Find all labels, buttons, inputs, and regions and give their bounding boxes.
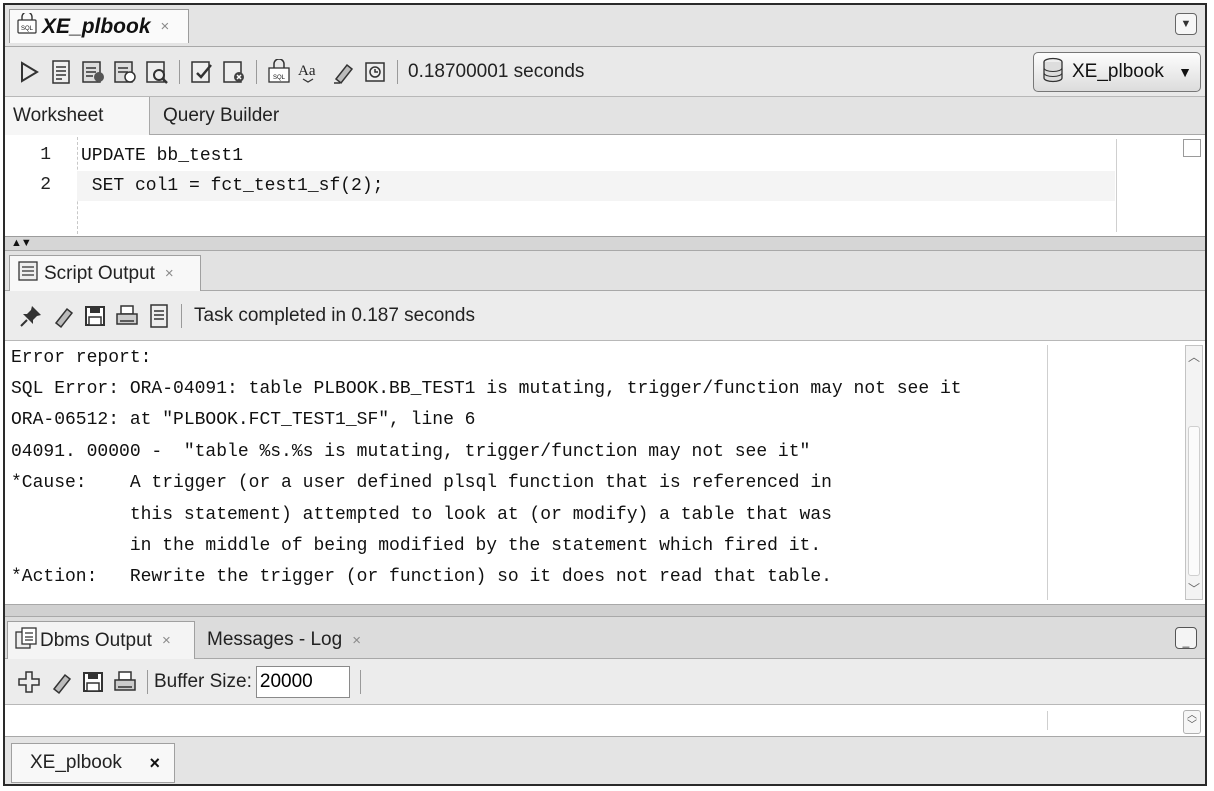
to-upper-lower-case-icon[interactable]: Aa <box>295 55 327 89</box>
code-line[interactable]: SET col1 = fct_test1_sf(2); <box>77 171 1115 201</box>
script-output-close-icon[interactable]: × <box>165 265 174 282</box>
scroll-down-icon[interactable]: ﹀ <box>1187 580 1201 597</box>
connection-tab-bar: XE_plbook × <box>5 737 1205 784</box>
line-number-gutter: 1 2 <box>5 135 63 236</box>
tab-query-builder[interactable]: Query Builder <box>155 97 287 135</box>
connection-label: XE_plbook <box>1072 61 1164 82</box>
script-output-icon <box>16 259 40 289</box>
task-status: Task completed in 0.187 seconds <box>194 304 475 326</box>
pin-icon[interactable] <box>15 299 47 333</box>
tab-dbms-output-label: Dbms Output <box>40 629 152 651</box>
code-line[interactable]: UPDATE bb_test1 <box>77 141 1115 171</box>
line-number: 1 <box>40 145 51 165</box>
toolbar-separator <box>147 669 148 694</box>
clear-icon[interactable] <box>327 55 359 89</box>
tab-dbms-output[interactable]: Dbms Output × <box>7 621 195 659</box>
tab-messages-log-label: Messages - Log <box>207 629 343 650</box>
save-icon[interactable] <box>79 299 111 333</box>
script-output-toolbar: Task completed in 0.187 seconds <box>5 291 1205 341</box>
messages-log-close-icon[interactable]: × <box>352 632 361 649</box>
output-line: Error report: <box>11 348 152 368</box>
output-line: *Cause: A trigger (or a user defined pls… <box>11 473 832 493</box>
print-icon[interactable] <box>111 299 143 333</box>
document-list-chevron-icon[interactable]: ▼ <box>1175 13 1197 35</box>
document-tab-bar: SQL XE_plbook × ▼ <box>5 5 1205 47</box>
explain-plan-icon[interactable] <box>109 55 141 89</box>
output-line: SQL Error: ORA-04091: table PLBOOK.BB_TE… <box>11 379 962 399</box>
dbms-scroll-icon[interactable]: ︿ ﹀ <box>1183 710 1201 734</box>
scrollbar-thumb[interactable] <box>1188 426 1200 576</box>
output-line: ORA-06512: at "PLBOOK.FCT_TEST1_SF", lin… <box>11 410 476 430</box>
sql-history-icon[interactable] <box>359 55 391 89</box>
line-number: 2 <box>40 175 51 195</box>
connection-tab-close-icon[interactable]: × <box>149 753 160 774</box>
output-line: 04091. 00000 - "table %s.%s is mutating,… <box>11 442 811 462</box>
save-icon[interactable] <box>77 665 109 699</box>
editor-output-splitter[interactable]: ▲▼ <box>5 237 1205 251</box>
toolbar-separator <box>181 303 182 328</box>
toolbar-separator <box>397 59 398 84</box>
svg-text:SQL: SQL <box>21 26 34 32</box>
document-tab[interactable]: SQL XE_plbook × <box>9 9 189 43</box>
connection-tab[interactable]: XE_plbook × <box>11 743 175 783</box>
tab-script-output-label: Script Output <box>44 262 155 284</box>
splitter-arrows-icon[interactable]: ▲▼ <box>11 237 32 249</box>
dbms-output-area[interactable]: ︿ ﹀ <box>5 705 1205 737</box>
execution-time: 0.18700001 seconds <box>408 60 585 82</box>
tab-messages-log[interactable]: Messages - Log × <box>201 621 367 659</box>
clear-icon[interactable] <box>47 299 79 333</box>
output-vertical-scrollbar[interactable]: ︿ ﹀ <box>1185 345 1203 600</box>
scroll-up-icon[interactable]: ︿ <box>1187 348 1201 365</box>
worksheet-toolbar: SQL Aa 0.18700001 seconds XE_plbook ▼ <box>5 47 1205 97</box>
enable-dbms-output-icon[interactable] <box>13 665 45 699</box>
output-line: *Action: Rewrite the trigger (or functio… <box>11 567 832 587</box>
database-icon <box>1042 57 1064 88</box>
unshared-worksheet-icon[interactable]: SQL <box>263 55 295 89</box>
script-output-area[interactable]: Error report: SQL Error: ORA-04091: tabl… <box>5 341 1205 605</box>
clear-icon[interactable] <box>45 665 77 699</box>
sql-editor[interactable]: 1 2 UPDATE bb_test1 SET col1 = fct_test1… <box>5 135 1205 237</box>
toolbar-separator <box>359 669 361 694</box>
sql-developer-window: SQL XE_plbook × ▼ SQL Aa 0.18700001 seco… <box>3 3 1207 786</box>
connection-tab-label: XE_plbook <box>30 752 122 773</box>
right-margin-line <box>1047 345 1048 600</box>
worksheet-tab-bar: Worksheet Query Builder <box>5 97 1205 135</box>
sql-tuning-advisor-icon[interactable] <box>141 55 173 89</box>
dbms-output-toolbar: Buffer Size: <box>5 659 1205 705</box>
dbms-output-close-icon[interactable]: × <box>162 632 171 649</box>
output-log-splitter[interactable] <box>5 605 1205 617</box>
output-line: in the middle of being modified by the s… <box>11 536 822 556</box>
connection-select[interactable]: XE_plbook ▼ <box>1033 52 1201 92</box>
tab-script-output[interactable]: Script Output × <box>9 255 201 291</box>
svg-text:SQL: SQL <box>273 75 286 81</box>
print-icon[interactable] <box>109 665 141 699</box>
rollback-icon[interactable] <box>218 55 250 89</box>
toolbar-separator <box>179 59 180 84</box>
right-margin-line <box>1047 711 1048 730</box>
chevron-down-icon: ▼ <box>1178 64 1192 80</box>
document-tab-close-icon[interactable]: × <box>161 18 170 35</box>
editor-corner-box <box>1183 139 1201 157</box>
sql-worksheet-icon: SQL <box>16 11 38 40</box>
dbms-output-tab-bar: Dbms Output × Messages - Log × _ <box>5 617 1205 659</box>
dbms-output-icon <box>14 626 40 656</box>
buffer-size-input[interactable] <box>255 665 350 698</box>
output-document-icon[interactable] <box>143 299 175 333</box>
minimize-icon[interactable]: _ <box>1175 627 1197 649</box>
svg-text:Aa: Aa <box>298 63 316 79</box>
buffer-size-label: Buffer Size: <box>154 670 252 692</box>
run-script-icon[interactable] <box>45 55 77 89</box>
run-statement-icon[interactable] <box>13 55 45 89</box>
document-tab-label: XE_plbook <box>42 14 151 38</box>
autotrace-icon[interactable] <box>77 55 109 89</box>
right-margin-line <box>1116 139 1117 232</box>
script-output-tab-bar: Script Output × <box>5 251 1205 291</box>
commit-icon[interactable] <box>186 55 218 89</box>
toolbar-separator <box>256 59 257 84</box>
tab-worksheet[interactable]: Worksheet <box>5 97 150 135</box>
output-line: this statement) attempted to look at (or… <box>11 505 832 525</box>
